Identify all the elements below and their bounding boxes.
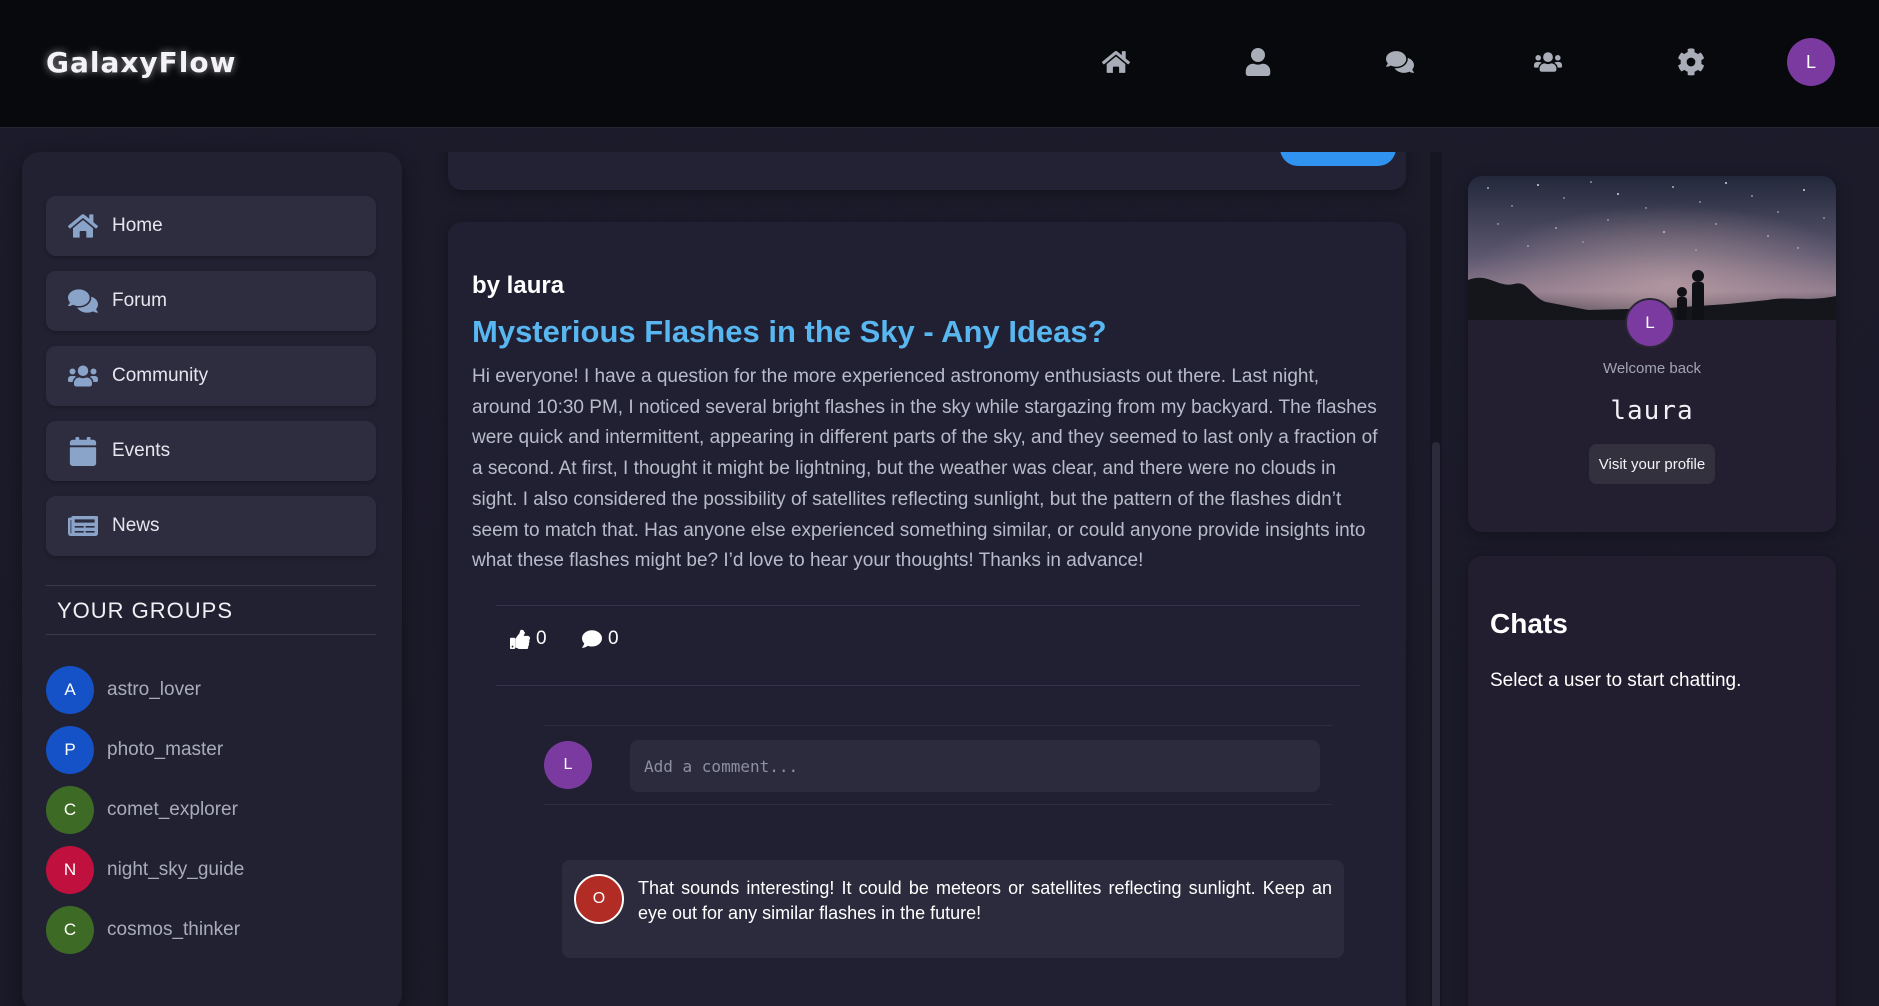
chats-empty-message: Select a user to start chatting. [1490, 670, 1742, 691]
users-icon [1534, 52, 1562, 72]
comment-text: That sounds interesting! It could be met… [638, 878, 1332, 923]
group-avatar: C [46, 906, 94, 954]
comment-item: O That sounds interesting! It could be m… [562, 860, 1344, 958]
chats-title: Chats [1490, 608, 1568, 639]
group-avatar: A [46, 666, 94, 714]
comment-author-avatar[interactable]: O [574, 874, 624, 924]
post-author[interactable]: by laura [472, 272, 564, 300]
visit-profile-button[interactable]: Visit your profile [1589, 444, 1715, 484]
newspaper-icon [66, 509, 100, 543]
comments-icon [1386, 51, 1414, 73]
home-icon [1102, 51, 1130, 73]
group-name: cosmos_thinker [107, 919, 241, 940]
sidebar-item-community[interactable]: Community [46, 346, 376, 406]
profile-card: L Welcome back laura Visit your profile [1468, 176, 1836, 532]
profile-username: laura [1610, 396, 1694, 426]
group-item-cosmos-thinker[interactable]: C cosmos_thinker [46, 905, 240, 955]
like-count: 0 [536, 628, 547, 649]
comment-count-button[interactable]: 0 [582, 628, 619, 650]
comment-input[interactable] [630, 740, 1320, 792]
commenter-avatar: L [544, 741, 592, 789]
sidebar-item-label: Forum [112, 290, 167, 311]
profile-avatar[interactable]: L [1625, 298, 1675, 348]
sidebar-item-events[interactable]: Events [46, 421, 376, 481]
sidebar-item-label: Community [112, 365, 209, 386]
user-avatar[interactable]: L [1787, 38, 1835, 86]
feed-scrollbar[interactable] [1430, 152, 1442, 1006]
group-avatar: P [46, 726, 94, 774]
group-name: night_sky_guide [107, 859, 245, 880]
sidebar-item-label: News [112, 515, 160, 536]
comment-count: 0 [608, 628, 619, 649]
like-button[interactable]: 0 [510, 628, 547, 650]
chats-panel: Chats Select a user to start chatting. [1468, 556, 1836, 1006]
group-item-comet-explorer[interactable]: C comet_explorer [46, 785, 238, 835]
nav-home-button[interactable] [1100, 46, 1132, 78]
left-sidebar: Home Forum Community Events News YOUR GR… [22, 152, 402, 1006]
sidebar-item-forum[interactable]: Forum [46, 271, 376, 331]
comments-icon [66, 284, 100, 318]
group-name: photo_master [107, 739, 224, 760]
sidebar-item-news[interactable]: News [46, 496, 376, 556]
sidebar-item-label: Events [112, 440, 171, 461]
post-submit-button[interactable] [1280, 152, 1396, 166]
nav-profile-button[interactable] [1242, 46, 1274, 78]
user-icon [1245, 48, 1271, 76]
group-avatar: N [46, 846, 94, 894]
comment-composer: L [544, 725, 1332, 805]
group-avatar: C [46, 786, 94, 834]
group-item-photo-master[interactable]: P photo_master [46, 725, 223, 775]
users-icon [66, 359, 100, 393]
calendar-icon [66, 434, 100, 468]
divider [496, 685, 1360, 686]
divider [496, 605, 1360, 606]
post-body: Hi everyone! I have a question for the m… [472, 366, 1378, 572]
divider [46, 634, 376, 635]
nav-settings-button[interactable] [1675, 46, 1707, 78]
thumbs-up-icon [510, 629, 530, 649]
post-feed: by laura Mysterious Flashes in the Sky -… [434, 152, 1444, 1006]
nav-community-button[interactable] [1532, 46, 1564, 78]
app-logo[interactable]: GalaxyFlow [46, 46, 237, 79]
gear-icon [1678, 48, 1704, 76]
top-navbar: GalaxyFlow L [0, 0, 1879, 128]
groups-heading: YOUR GROUPS [57, 598, 234, 623]
post-card: by laura Mysterious Flashes in the Sky -… [448, 222, 1406, 1006]
home-icon [66, 209, 100, 243]
divider [46, 585, 376, 586]
comment-icon [582, 630, 602, 648]
sidebar-item-label: Home [112, 215, 163, 236]
scrollbar-thumb[interactable] [1432, 442, 1440, 1006]
nav-messages-button[interactable] [1384, 46, 1416, 78]
group-item-night-sky-guide[interactable]: N night_sky_guide [46, 845, 244, 895]
post-title[interactable]: Mysterious Flashes in the Sky - Any Idea… [472, 314, 1107, 350]
welcome-text: Welcome back [1602, 360, 1702, 377]
previous-card [448, 152, 1406, 190]
group-name: comet_explorer [107, 799, 238, 820]
group-name: astro_lover [107, 679, 201, 700]
sidebar-item-home[interactable]: Home [46, 196, 376, 256]
group-item-astro-lover[interactable]: A astro_lover [46, 665, 201, 715]
